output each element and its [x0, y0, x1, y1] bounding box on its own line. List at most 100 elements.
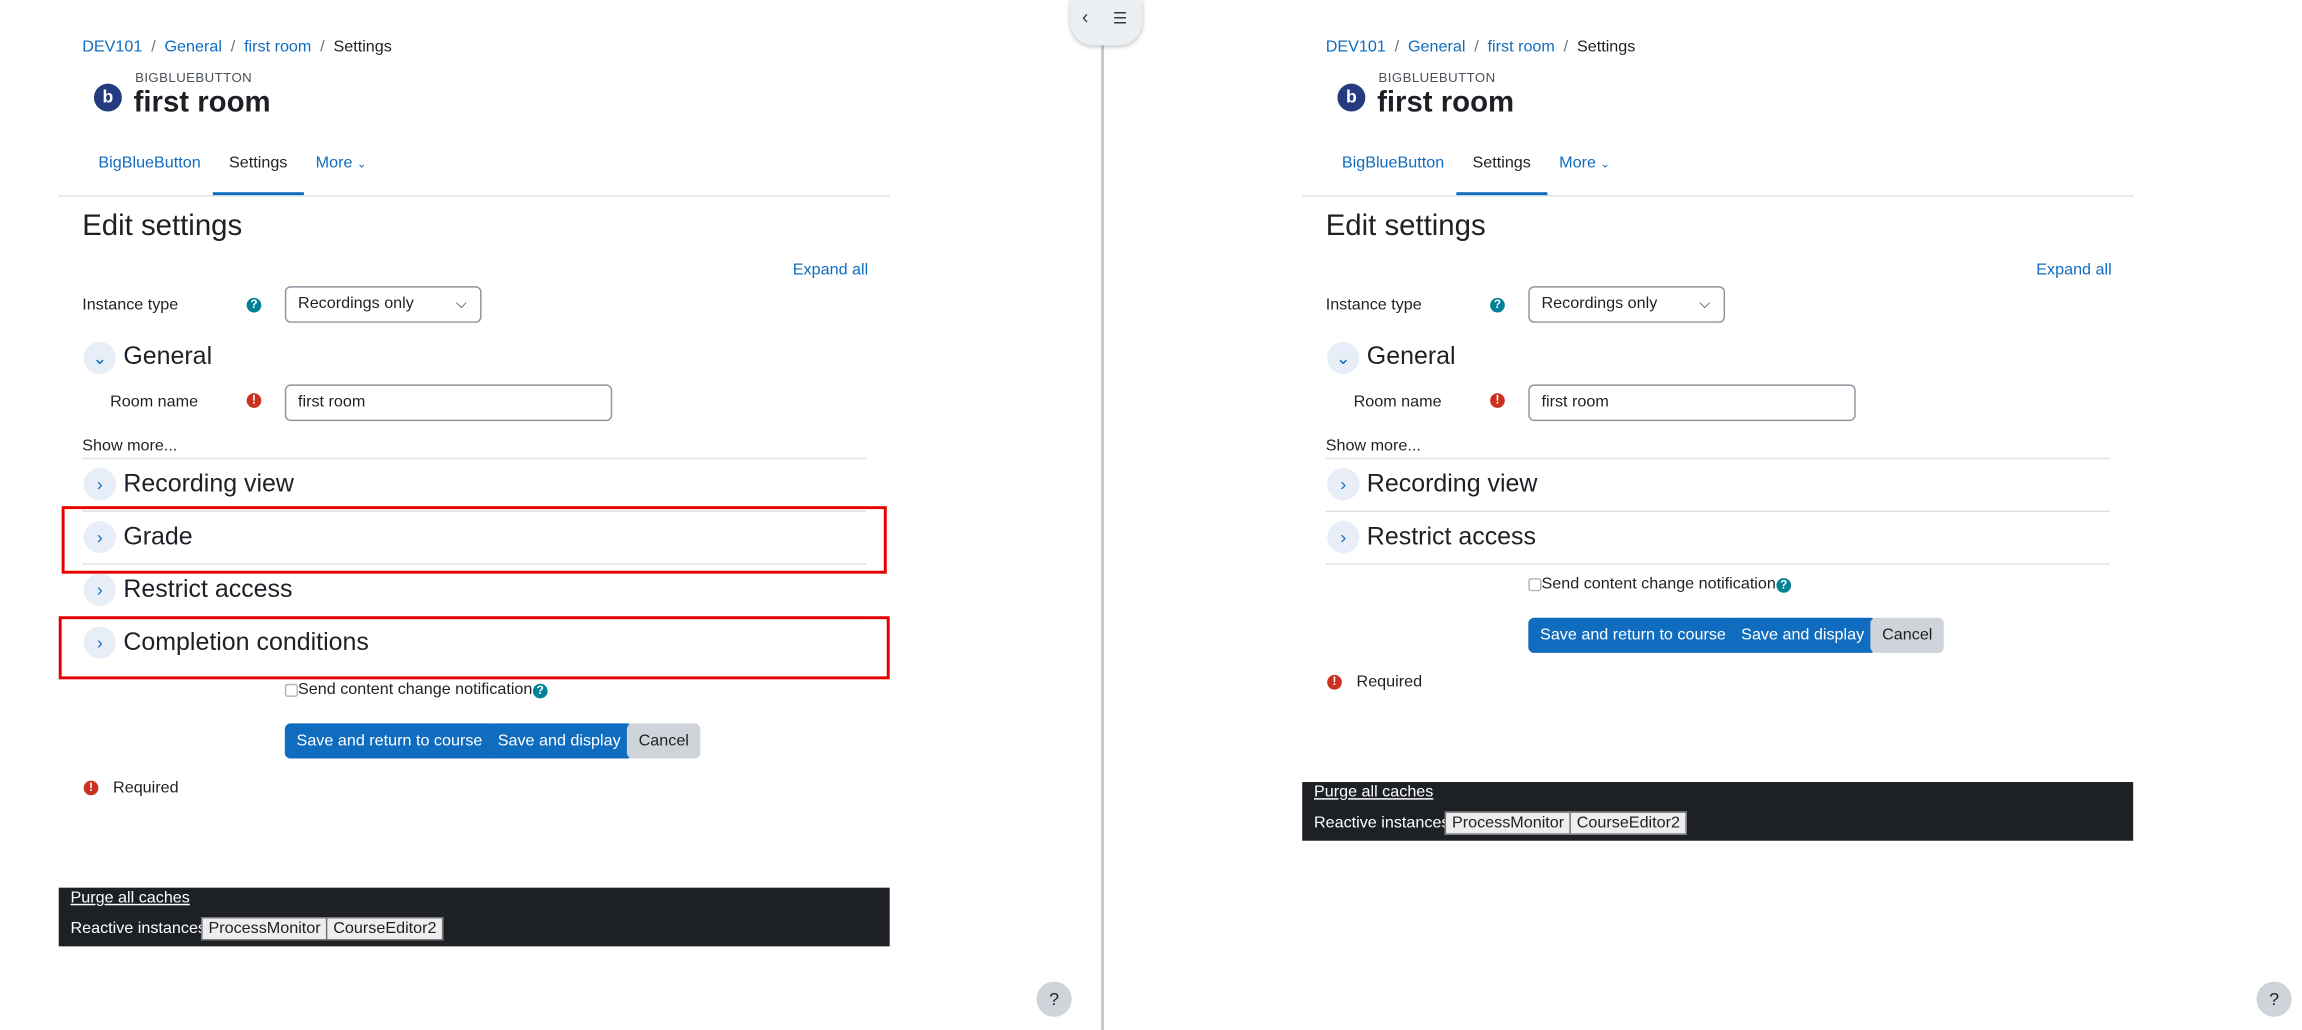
help-button[interactable]: ? [2256, 981, 2292, 1017]
bigbluebutton-logo-icon: b [1337, 83, 1366, 112]
page-title: first room [1377, 86, 1515, 119]
instance-type-label: Instance type [1325, 296, 1422, 314]
section-recording-view[interactable]: Recording view [1367, 470, 1538, 499]
general-collapse-icon[interactable]: ⌄ [1327, 341, 1360, 375]
required-icon: ! [1327, 674, 1342, 690]
required-icon: ! [1490, 393, 1505, 408]
section-restrict-access[interactable]: Restrict access [123, 575, 292, 604]
purge-caches-link[interactable]: Purge all caches [1314, 784, 1433, 802]
breadcrumb-activity[interactable]: first room [244, 38, 311, 56]
divider [1325, 510, 2110, 513]
tab-more[interactable]: More ⌄ [1543, 144, 1626, 192]
instance-type-select[interactable]: Recordings only ⌵ [1528, 286, 1726, 323]
breadcrumb-course[interactable]: DEV101 [82, 38, 142, 56]
reactive-instance-courseeditor[interactable]: CourseEditor2 [325, 917, 444, 941]
reactive-instance-processmonitor[interactable]: ProcessMonitor [1444, 811, 1572, 835]
notify-checkbox[interactable] [284, 683, 299, 697]
chevron-down-icon: ⌵ [1699, 296, 1711, 313]
breadcrumb-current: Settings [1576, 38, 1636, 56]
chevron-right-icon[interactable]: › [83, 468, 116, 501]
left-pane: DEV101/General / first room / Settings b BIG… [0, 0, 1101, 1030]
cancel-button[interactable]: Cancel [1870, 617, 1945, 653]
secondary-nav: BigBlueButton Settings More ⌄ [58, 144, 890, 197]
instance-type-label: Instance type [82, 296, 179, 314]
reactive-instance-processmonitor[interactable]: ProcessMonitor [201, 917, 329, 941]
section-general[interactable]: General [123, 342, 212, 371]
reactive-label: Reactive instances: [1313, 814, 1455, 832]
cancel-button[interactable]: Cancel [626, 723, 701, 759]
chevron-right-icon[interactable]: › [1327, 520, 1360, 554]
section-completion-conditions[interactable]: Completion conditions [123, 628, 369, 657]
save-return-button[interactable]: Save and return to course [284, 723, 495, 759]
help-icon[interactable]: ? [246, 297, 262, 313]
required-legend: Required [1356, 673, 1423, 692]
purge-caches-link[interactable]: Purge all caches [70, 889, 189, 907]
chevron-right-icon[interactable]: › [83, 573, 116, 606]
required-legend: Required [113, 779, 179, 797]
divider [82, 457, 867, 460]
tab-more-label: More [1559, 154, 1596, 172]
save-display-button[interactable]: Save and display [485, 723, 633, 759]
chevron-right-icon[interactable]: › [83, 520, 116, 554]
section-grade[interactable]: Grade [123, 522, 192, 551]
room-name-label: Room name [110, 393, 199, 411]
help-button[interactable]: ? [1036, 981, 1072, 1017]
breadcrumb-section[interactable]: General [164, 38, 221, 56]
instance-type-value: Recordings only [1541, 294, 1658, 313]
breadcrumb-activity[interactable]: first room [1488, 38, 1555, 56]
breadcrumb: DEV101/General / first room / Settings [1325, 38, 1636, 56]
pane-separator [1101, 0, 1105, 1030]
general-collapse-icon[interactable]: ⌄ [83, 341, 116, 375]
tab-bigbluebutton[interactable]: BigBlueButton [82, 144, 217, 192]
breadcrumb-current: Settings [333, 38, 392, 56]
drawer-toggle[interactable]: ‹ ☰ [1070, 0, 1143, 46]
save-display-button[interactable]: Save and display [1729, 617, 1876, 653]
comparison-canvas: DEV101/General / first room / Settings b BIG… [0, 0, 2302, 1030]
breadcrumb: DEV101/General / first room / Settings [82, 38, 392, 56]
notify-label: Send content change notification [298, 680, 533, 699]
section-general[interactable]: General [1367, 342, 1456, 371]
instance-type-value: Recordings only [298, 294, 414, 313]
help-icon[interactable]: ? [1776, 578, 1792, 593]
tab-bigbluebutton[interactable]: BigBlueButton [1326, 144, 1461, 192]
expand-all-link[interactable]: Expand all [793, 261, 868, 279]
section-recording-view[interactable]: Recording view [123, 470, 294, 499]
chevron-right-icon[interactable]: › [1327, 468, 1360, 501]
form-heading: Edit settings [1325, 209, 1486, 243]
reactive-instance-courseeditor[interactable]: CourseEditor2 [1569, 811, 1688, 835]
breadcrumb-course[interactable]: DEV101 [1326, 38, 1386, 56]
divider [1325, 457, 2110, 460]
tab-settings[interactable]: Settings [212, 144, 304, 196]
tab-more-label: More [315, 154, 353, 172]
breadcrumb-section[interactable]: General [1408, 38, 1465, 56]
collapse-drawer-icon[interactable]: ‹ [1082, 6, 1088, 28]
show-more-link[interactable]: Show more... [1326, 437, 1421, 455]
module-type-label: BIGBLUEBUTTON [135, 70, 253, 86]
required-icon: ! [246, 393, 262, 408]
required-icon: ! [83, 780, 99, 796]
expand-all-link[interactable]: Expand all [2036, 261, 2111, 279]
reactive-label: Reactive instances: [70, 919, 211, 938]
debug-footer: Purge all caches Reactive instances: Pro… [1302, 782, 2134, 841]
course-index-icon[interactable]: ☰ [1113, 9, 1127, 28]
help-icon[interactable]: ? [532, 683, 548, 699]
instance-type-select[interactable]: Recordings only ⌵ [284, 286, 482, 323]
module-type-label: BIGBLUEBUTTON [1378, 70, 1496, 86]
room-name-input[interactable]: first room [284, 384, 613, 422]
chevron-down-icon: ⌄ [356, 156, 367, 171]
save-return-button[interactable]: Save and return to course [1528, 617, 1738, 653]
help-icon[interactable]: ? [1490, 297, 1505, 313]
tab-more[interactable]: More ⌄ [299, 144, 382, 192]
debug-footer: Purge all caches Reactive instances: Pro… [58, 887, 890, 947]
show-more-link[interactable]: Show more... [82, 437, 177, 455]
chevron-right-icon[interactable]: › [83, 626, 116, 659]
divider [1325, 563, 2110, 565]
room-name-value: first room [298, 393, 366, 411]
room-name-input[interactable]: first room [1528, 384, 1856, 422]
notify-checkbox[interactable] [1528, 578, 1542, 592]
page-title: first room [133, 86, 271, 119]
section-restrict-access[interactable]: Restrict access [1367, 522, 1536, 551]
right-pane: DEV101/General / first room / Settings b BIG… [1243, 0, 2302, 1030]
chevron-down-icon: ⌵ [455, 296, 467, 313]
tab-settings[interactable]: Settings [1456, 144, 1548, 196]
